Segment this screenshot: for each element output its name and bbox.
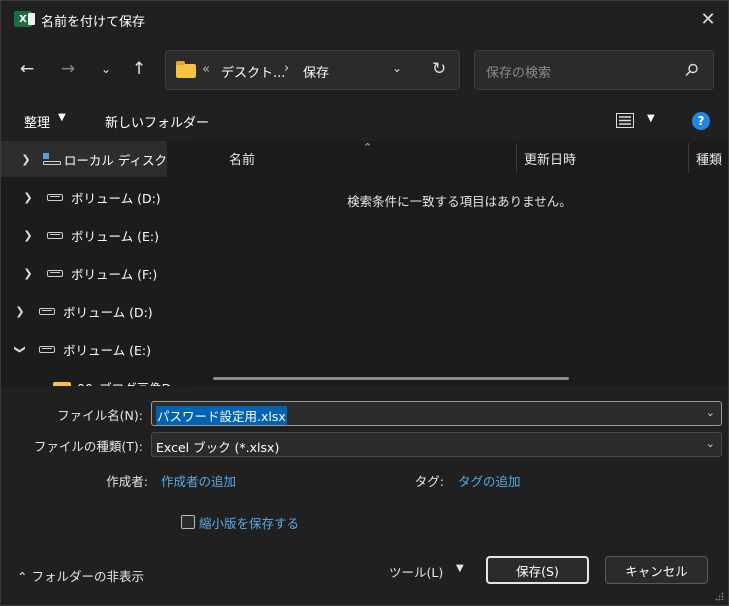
chevron-up-icon: ⌃: [17, 569, 28, 584]
view-caret-icon[interactable]: ▼: [647, 113, 655, 124]
hide-folders-label: フォルダーの非表示: [31, 569, 144, 584]
tree-item-volume-d[interactable]: ❯ ボリューム (D:): [1, 179, 161, 215]
sort-indicator-icon: ⌃: [363, 141, 373, 154]
local-disk-icon: [43, 153, 62, 165]
forward-arrow-icon[interactable]: →: [58, 59, 78, 79]
expand-chevron-icon[interactable]: ❯: [21, 191, 35, 204]
horizontal-scrollbar[interactable]: [213, 377, 569, 380]
hide-folders-button[interactable]: ⌃ フォルダーの非表示: [17, 566, 144, 585]
breadcrumb-separator-icon[interactable]: ›: [284, 61, 289, 76]
tree-item-label: ローカル ディスク: [63, 152, 167, 168]
tree-item-local-disk[interactable]: ❯ ローカル ディスク: [1, 141, 167, 177]
column-divider[interactable]: [688, 143, 689, 173]
folder-icon: [176, 61, 196, 78]
folder-icon: [53, 381, 71, 386]
save-thumbnail-checkbox[interactable]: [181, 515, 195, 529]
search-input[interactable]: 保存の検索: [486, 62, 551, 81]
organize-button[interactable]: 整理: [24, 112, 50, 131]
save-form: ファイル名(N): パスワード設定用.xlsx ⌄ ファイルの種類(T): Ex…: [1, 391, 728, 605]
tree-item-blog-images[interactable]: 00_ブログ画像D: [1, 369, 171, 386]
breadcrumb-desktop[interactable]: デスクト...: [221, 62, 285, 81]
filename-field[interactable]: パスワード設定用.xlsx ⌄: [151, 401, 722, 426]
recent-locations-chevron-icon[interactable]: ⌄: [96, 59, 116, 79]
file-list: ⌃ 名前 更新日時 種類 検索条件に一致する項目はありません。: [191, 141, 728, 386]
expand-chevron-icon[interactable]: ❯: [13, 305, 27, 318]
search-icon: [685, 63, 698, 77]
tree-item-volume-e-2[interactable]: ❯ ボリューム (E:): [1, 331, 151, 367]
filetype-label: ファイルの種類(T):: [33, 439, 143, 454]
drive-icon: [47, 193, 63, 201]
save-as-dialog: X 名前を付けて保存 ✕ ← → ⌄ ↑ « デスクト... › 保存 ⌄ ↻ …: [0, 0, 729, 606]
tree-item-label: ボリューム (D:): [71, 190, 161, 206]
expand-chevron-icon[interactable]: ❯: [21, 153, 31, 166]
column-header-modified[interactable]: 更新日時: [524, 149, 576, 168]
column-header-type[interactable]: 種類: [696, 149, 722, 168]
tools-caret-icon[interactable]: ▼: [456, 563, 464, 574]
breadcrumb-save[interactable]: 保存: [303, 62, 329, 81]
command-bar: 整理 ▼ 新しいフォルダー ▼ ?: [1, 105, 728, 137]
back-arrow-icon[interactable]: ←: [17, 59, 37, 79]
tree-item-volume-f[interactable]: ❯ ボリューム (F:): [1, 255, 157, 291]
column-divider[interactable]: [516, 143, 517, 173]
drive-icon: [39, 345, 55, 353]
collapse-chevron-icon[interactable]: ❯: [14, 342, 27, 356]
up-arrow-icon[interactable]: ↑: [129, 59, 149, 79]
title-bar: X 名前を付けて保存 ✕: [1, 1, 728, 37]
navigation-pane: ❯ ローカル ディスク ❯ ボリューム (D:) ❯ ボリューム (E:) ❯ …: [1, 141, 191, 386]
excel-icon: X: [14, 11, 35, 27]
tools-button[interactable]: ツール(L): [389, 562, 443, 581]
tree-item-label: ボリューム (E:): [63, 342, 151, 358]
resize-grip-icon[interactable]: [714, 591, 724, 601]
tree-item-label: ボリューム (F:): [71, 266, 158, 282]
tree-item-label: ボリューム (E:): [71, 228, 159, 244]
save-button[interactable]: 保存(S): [486, 556, 589, 584]
drive-icon: [47, 269, 63, 277]
chevron-down-icon[interactable]: ⌄: [706, 406, 715, 419]
tree-item-label: 00_ブログ画像D: [77, 378, 171, 387]
new-folder-button[interactable]: 新しいフォルダー: [105, 112, 209, 131]
tag-label: タグ:: [414, 474, 444, 489]
filetype-select[interactable]: Excel ブック (*.xlsx) ⌄: [151, 432, 722, 457]
search-box[interactable]: 保存の検索: [474, 50, 714, 90]
address-dropdown-icon[interactable]: ⌄: [392, 61, 402, 75]
address-bar[interactable]: « デスクト... › 保存 ⌄ ↻: [165, 50, 460, 90]
chevron-down-icon[interactable]: ⌄: [706, 437, 715, 450]
address-overflow[interactable]: «: [202, 62, 210, 77]
tree-item-label: ボリューム (D:): [63, 304, 153, 320]
column-header-name[interactable]: 名前: [229, 149, 255, 168]
expand-chevron-icon[interactable]: ❯: [21, 267, 35, 280]
save-thumbnail-label[interactable]: 縮小版を保存する: [199, 513, 299, 532]
cancel-button[interactable]: キャンセル: [605, 556, 708, 584]
drive-icon: [39, 307, 55, 315]
add-author-link[interactable]: 作成者の追加: [161, 471, 236, 490]
author-label: 作成者:: [106, 474, 148, 489]
tree-item-volume-e[interactable]: ❯ ボリューム (E:): [1, 217, 159, 253]
add-tag-link[interactable]: タグの追加: [458, 471, 521, 490]
filename-input[interactable]: パスワード設定用.xlsx: [156, 406, 287, 425]
organize-caret-icon[interactable]: ▼: [58, 112, 66, 123]
navigation-bar: ← → ⌄ ↑ « デスクト... › 保存 ⌄ ↻ 保存の検索: [1, 45, 728, 95]
refresh-icon[interactable]: ↻: [432, 59, 446, 79]
filename-label: ファイル名(N):: [57, 408, 143, 423]
empty-message: 検索条件に一致する項目はありません。: [347, 194, 572, 209]
tree-item-volume-d-2[interactable]: ❯ ボリューム (D:): [1, 293, 153, 329]
close-icon[interactable]: ✕: [696, 7, 720, 31]
expand-chevron-icon[interactable]: ❯: [21, 229, 35, 242]
drive-icon: [47, 231, 63, 239]
filetype-value: Excel ブック (*.xlsx): [156, 440, 280, 455]
view-list-icon[interactable]: [616, 113, 634, 128]
help-icon[interactable]: ?: [692, 112, 710, 130]
window-title: 名前を付けて保存: [41, 15, 146, 30]
